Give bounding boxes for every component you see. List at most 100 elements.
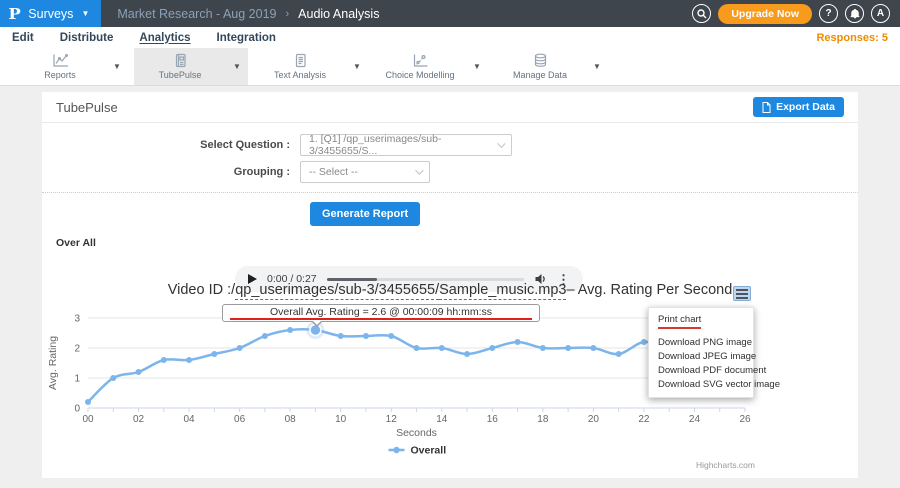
data-point[interactable] (363, 333, 369, 339)
survey-nav-bar: Edit Distribute Analytics Integration Re… (0, 27, 900, 48)
data-point[interactable] (515, 339, 521, 345)
data-point[interactable] (161, 357, 167, 363)
panel-header: TubePulse Export Data (42, 92, 858, 123)
video-book-icon (172, 53, 189, 68)
data-point[interactable] (338, 333, 344, 339)
export-data-label: Export Data (776, 101, 835, 113)
breadcrumb-project[interactable]: Market Research - Aug 2019 (117, 7, 276, 21)
select-question-label: Select Question : (42, 139, 300, 151)
nav-item-analytics[interactable]: Analytics (139, 32, 190, 44)
y-axis-tick-label: 0 (74, 404, 80, 415)
data-point[interactable] (237, 345, 243, 351)
report-form: Select Question : 1. [Q1] /qp_userimages… (42, 123, 858, 226)
data-point[interactable] (489, 345, 495, 351)
data-point[interactable] (85, 399, 91, 405)
tab-tubepulse-dropdown[interactable]: ▼ (226, 48, 248, 85)
toolbar-group-text-analysis: Text Analysis ▼ (254, 48, 368, 85)
chart-title-part: Video ID :/ (168, 282, 235, 298)
tab-reports-dropdown[interactable]: ▼ (106, 48, 128, 85)
x-axis-tick-label: 06 (234, 414, 246, 425)
chevron-down-icon (497, 139, 505, 147)
nav-item-integration[interactable]: Integration (217, 32, 276, 44)
tab-choice-modelling[interactable]: Choice Modelling (374, 48, 466, 85)
data-point[interactable] (414, 345, 420, 351)
grouping-select-value: -- Select -- (309, 166, 358, 178)
tubepulse-panel: TubePulse Export Data Select Question : … (42, 92, 858, 478)
x-axis-tick-label: 26 (739, 414, 751, 425)
toolbar-group-tubepulse: TubePulse ▼ (134, 48, 248, 85)
data-point[interactable] (186, 357, 192, 363)
data-point[interactable] (110, 375, 116, 381)
panel-title: TubePulse (56, 100, 118, 115)
data-point[interactable] (439, 345, 445, 351)
rating-chart: Video ID :/qp_userimages/sub-3/3455655/S… (42, 278, 858, 478)
x-axis-tick-label: 10 (335, 414, 347, 425)
export-data-button[interactable]: Export Data (753, 97, 844, 117)
tab-text-analysis-dropdown[interactable]: ▼ (346, 48, 368, 85)
search-icon (697, 9, 707, 19)
chevron-down-icon (415, 166, 423, 174)
nav-item-edit[interactable]: Edit (12, 32, 34, 44)
menu-item-label: Print chart (658, 314, 701, 329)
data-point[interactable] (590, 345, 596, 351)
hamburger-icon (736, 289, 748, 291)
grouping-select[interactable]: -- Select -- (300, 161, 430, 183)
data-point[interactable] (641, 339, 647, 345)
breadcrumb-separator-icon: › (285, 8, 289, 20)
help-button[interactable]: ? (819, 4, 838, 23)
data-point[interactable] (262, 333, 268, 339)
legend-marker (393, 447, 399, 453)
chart-context-menu-button[interactable] (733, 286, 751, 301)
account-button[interactable]: A (871, 4, 890, 23)
surveys-product-menu[interactable]: P Surveys ▼ (0, 0, 101, 27)
x-axis-tick-label: 20 (588, 414, 600, 425)
data-point[interactable] (287, 327, 293, 333)
tab-reports[interactable]: Reports (14, 48, 106, 85)
select-question-row: Select Question : 1. [Q1] /qp_userimages… (42, 134, 858, 156)
data-point[interactable] (136, 369, 142, 375)
export-file-icon (762, 102, 771, 113)
questionpro-logo: P (8, 5, 20, 23)
tooltip-pointer (312, 320, 322, 325)
menu-item-download-pdf[interactable]: Download PDF document (649, 364, 753, 378)
x-axis-tick-label: 16 (487, 414, 499, 425)
data-point[interactable] (565, 345, 571, 351)
menu-item-download-png[interactable]: Download PNG image (649, 336, 753, 350)
highcharts-credits[interactable]: Highcharts.com (696, 460, 755, 470)
x-axis-tick-label: 18 (537, 414, 549, 425)
search-button[interactable] (692, 4, 711, 23)
x-axis-tick-label: 12 (386, 414, 398, 425)
menu-item-download-jpeg[interactable]: Download JPEG image (649, 350, 753, 364)
data-point[interactable] (540, 345, 546, 351)
question-select[interactable]: 1. [Q1] /qp_userimages/sub-3/3455655/S..… (300, 134, 512, 156)
database-icon (532, 53, 549, 68)
upgrade-now-button[interactable]: Upgrade Now (718, 4, 812, 24)
x-axis-tick-label: 04 (184, 414, 196, 425)
y-axis-tick-label: 2 (74, 344, 80, 355)
tab-tubepulse[interactable]: TubePulse (134, 48, 226, 85)
tab-choice-modelling-dropdown[interactable]: ▼ (466, 48, 488, 85)
generate-report-button[interactable]: Generate Report (310, 202, 420, 226)
tab-manage-data[interactable]: Manage Data (494, 48, 586, 85)
breadcrumb-current-page: Audio Analysis (298, 7, 379, 21)
menu-item-download-svg[interactable]: Download SVG vector image (649, 378, 753, 392)
hamburger-icon (736, 297, 748, 299)
responses-count[interactable]: Responses: 5 (816, 32, 888, 44)
data-point[interactable] (388, 333, 394, 339)
y-axis-tick-label: 1 (74, 374, 80, 385)
line-chart-icon (52, 53, 69, 68)
menu-item-print-chart[interactable]: Print chart (649, 312, 753, 328)
tab-label: Text Analysis (274, 70, 326, 80)
page-content: TubePulse Export Data Select Question : … (0, 87, 900, 488)
tab-manage-data-dropdown[interactable]: ▼ (586, 48, 608, 85)
data-point[interactable] (211, 351, 217, 357)
data-point[interactable] (464, 351, 470, 357)
tab-text-analysis[interactable]: Text Analysis (254, 48, 346, 85)
nav-item-distribute[interactable]: Distribute (60, 32, 114, 44)
tab-label: TubePulse (159, 70, 202, 80)
notifications-button[interactable] (845, 4, 864, 23)
data-point[interactable] (616, 351, 622, 357)
x-axis-tick-label: 08 (285, 414, 297, 425)
legend-label[interactable]: Overall (411, 445, 447, 457)
x-axis-tick-label: 02 (133, 414, 145, 425)
